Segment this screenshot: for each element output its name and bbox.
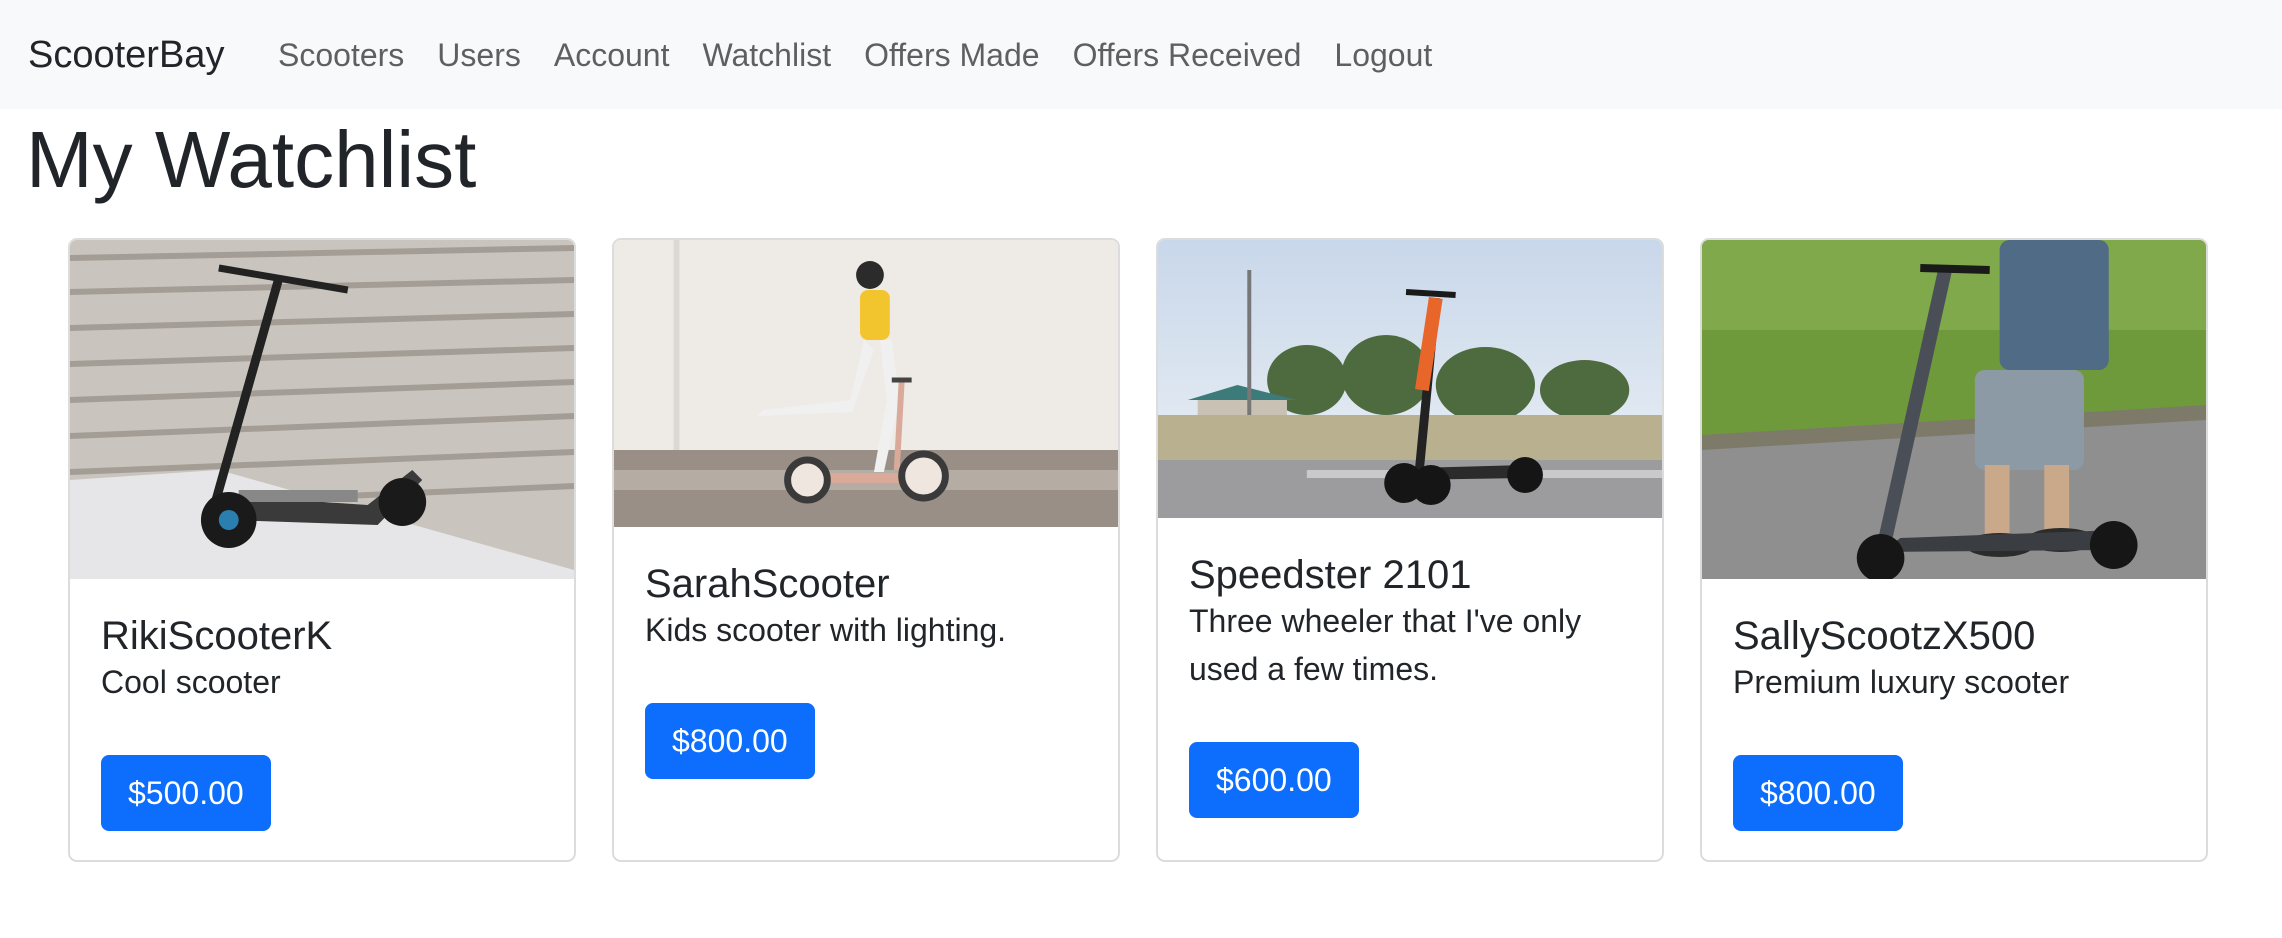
card-title: SallyScootzX500 xyxy=(1733,614,2036,658)
nav-link-offers-received[interactable]: Offers Received xyxy=(1073,30,1302,80)
price-button[interactable]: $500.00 xyxy=(101,755,271,831)
scooter-card: Speedster 2101 Three wheeler that I've o… xyxy=(1156,238,1664,862)
card-description: Cool scooter xyxy=(101,664,281,700)
card-title: SarahScooter xyxy=(645,562,890,606)
nav-links: Scooters Users Account Watchlist Offers … xyxy=(278,30,1465,80)
scooter-image xyxy=(614,240,1118,527)
brand-link[interactable]: ScooterBay xyxy=(28,30,224,80)
card-description: Premium luxury scooter xyxy=(1733,664,2070,700)
nav-link-watchlist[interactable]: Watchlist xyxy=(702,30,831,80)
scooter-image xyxy=(1158,240,1662,518)
scooter-image xyxy=(1702,240,2206,579)
page-title: My Watchlist xyxy=(26,115,477,204)
price-button[interactable]: $800.00 xyxy=(1733,755,1903,831)
nav-link-account[interactable]: Account xyxy=(554,30,670,80)
card-title: RikiScooterK xyxy=(101,614,333,658)
nav-link-users[interactable]: Users xyxy=(437,30,521,80)
card-description: Kids scooter with lighting. xyxy=(645,612,1007,648)
nav-link-logout[interactable]: Logout xyxy=(1334,30,1432,80)
price-button[interactable]: $600.00 xyxy=(1189,742,1359,818)
scooter-image xyxy=(70,240,574,579)
scooter-card: SallyScootzX500 Premium luxury scooter $… xyxy=(1700,238,2208,862)
card-description: Three wheeler that I've only used a few … xyxy=(1189,603,1582,687)
navbar: ScooterBay Scooters Users Account Watchl… xyxy=(0,0,2282,109)
nav-link-scooters[interactable]: Scooters xyxy=(278,30,404,80)
price-button[interactable]: $800.00 xyxy=(645,703,815,779)
card-title: Speedster 2101 xyxy=(1189,553,1472,597)
scooter-card: SarahScooter Kids scooter with lighting.… xyxy=(612,238,1120,862)
scooter-card: RikiScooterK Cool scooter $500.00 xyxy=(68,238,576,862)
nav-link-offers-made[interactable]: Offers Made xyxy=(864,30,1039,80)
